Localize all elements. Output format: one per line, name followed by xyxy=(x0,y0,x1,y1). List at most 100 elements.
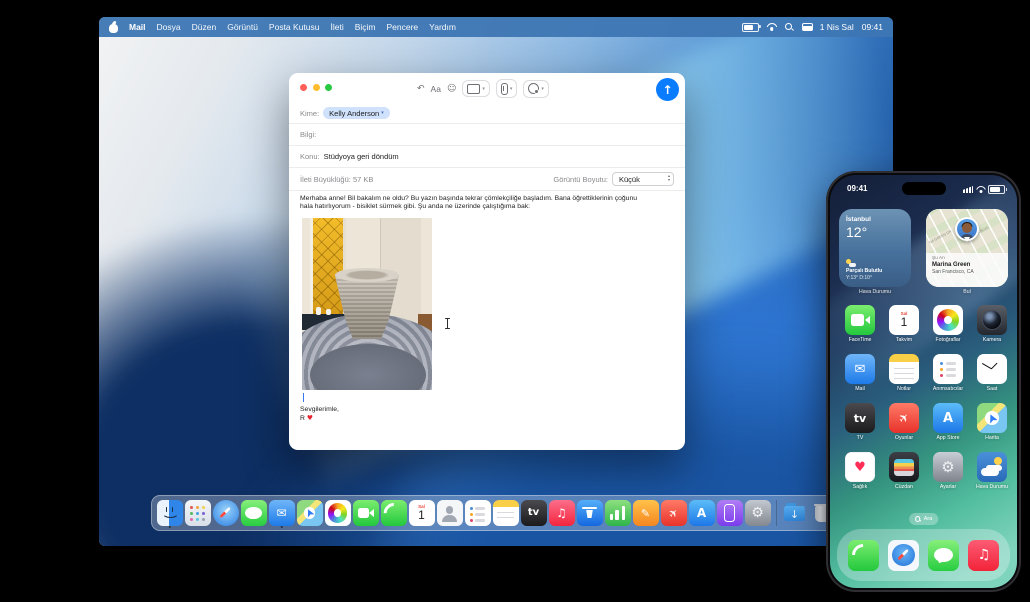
photo-browser-button[interactable]: ▾ xyxy=(462,80,490,97)
menu-app-name[interactable]: Mail xyxy=(129,22,146,32)
home-app-takvim[interactable]: Sal1Takvim xyxy=(882,305,926,354)
home-app-cuzdan[interactable]: Cüzdan xyxy=(882,452,926,501)
iphone-dock-safari[interactable] xyxy=(888,540,919,571)
menu-clock[interactable]: 09:41 xyxy=(862,22,883,32)
home-app-fotograflar[interactable]: Fotoğraflar xyxy=(926,305,970,354)
dock-item-app-store[interactable]: A xyxy=(689,498,715,528)
dock-item-pages[interactable]: ✎ xyxy=(633,498,659,528)
dock-item-apple-tv[interactable]: tv xyxy=(521,498,547,528)
dock-item-photos[interactable] xyxy=(325,498,351,528)
menu-item-dosya[interactable]: Dosya xyxy=(157,22,181,32)
home-app-animsaticilar[interactable]: Anımsatıcılar xyxy=(926,354,970,403)
dock-item-indirilenler[interactable]: ↓ xyxy=(782,498,808,528)
attached-photo-pottery[interactable] xyxy=(302,218,432,390)
battery-icon[interactable] xyxy=(742,23,759,32)
menu-item-görüntü[interactable]: Görüntü xyxy=(227,22,258,32)
home-app-mail[interactable]: ✉Mail xyxy=(838,354,882,403)
signature-line[interactable]: R ♥ xyxy=(300,414,313,423)
dock-item-messages[interactable] xyxy=(241,498,267,528)
dock-item-kisiler[interactable] xyxy=(437,498,463,528)
find-my-widget[interactable]: NA GREEN DR MARINA BLVD Şu An Marina Gre… xyxy=(926,209,1008,287)
messages-icon[interactable] xyxy=(241,500,267,526)
ayarlar-icon[interactable]: ⚙ xyxy=(933,452,963,482)
fotograflar-icon[interactable] xyxy=(933,305,963,335)
menu-date[interactable]: 1 Nis Sal xyxy=(820,22,854,32)
home-app-app-store[interactable]: AApp Store xyxy=(926,403,970,452)
dock-item-finder[interactable] xyxy=(157,498,183,528)
dock-item-notlar[interactable] xyxy=(493,498,519,528)
finder-icon[interactable] xyxy=(157,500,183,526)
dock-item-takvim[interactable]: Sal1 xyxy=(409,498,435,528)
dock-item-launchpad[interactable] xyxy=(185,498,211,528)
app-store-icon[interactable]: A xyxy=(933,403,963,433)
iphone-dock-telefon[interactable] xyxy=(848,540,879,571)
facetime-icon[interactable] xyxy=(353,500,379,526)
home-app-kamera[interactable]: Kamera xyxy=(970,305,1014,354)
home-app-saat[interactable]: Saat xyxy=(970,354,1014,403)
cc-field[interactable]: Bilgi: xyxy=(289,124,685,145)
home-app-oyunlar[interactable]: ✈Oyunlar xyxy=(882,403,926,452)
iphone-yansitma-icon[interactable] xyxy=(717,500,743,526)
home-app-saglik[interactable]: ♥Sağlık xyxy=(838,452,882,501)
oyunlar-icon[interactable]: ✈ xyxy=(661,500,687,526)
dock-item-muzik[interactable]: ♫ xyxy=(549,498,575,528)
format-button[interactable]: Aa xyxy=(431,84,441,94)
home-app-notlar[interactable]: Notlar xyxy=(882,354,926,403)
dock-item-numbers[interactable] xyxy=(605,498,631,528)
notlar-icon[interactable] xyxy=(493,500,519,526)
send-later-button[interactable]: ▾ xyxy=(523,80,549,98)
saat-icon[interactable] xyxy=(977,354,1007,384)
control-center-icon[interactable] xyxy=(802,23,812,31)
home-app-tv[interactable]: tvTV xyxy=(838,403,882,452)
harita-icon[interactable] xyxy=(977,403,1007,433)
to-field[interactable]: Kime: Kelly Anderson ▾ xyxy=(289,103,685,123)
launchpad-icon[interactable] xyxy=(185,500,211,526)
minimize-button[interactable] xyxy=(313,84,320,91)
iphone-dock-mesajlar[interactable] xyxy=(928,540,959,571)
menu-item-i̇leti[interactable]: İleti xyxy=(330,22,343,32)
oyunlar-icon[interactable]: ✈ xyxy=(889,403,919,433)
telefon-icon[interactable] xyxy=(848,540,879,571)
mesajlar-icon[interactable] xyxy=(928,540,959,571)
menu-item-posta-kutusu[interactable]: Posta Kutusu xyxy=(269,22,320,32)
undo-icon[interactable]: ↶ xyxy=(417,84,425,94)
cuzdan-icon[interactable] xyxy=(889,452,919,482)
spotlight-search-pill[interactable]: Ara xyxy=(909,513,939,525)
wifi-icon[interactable] xyxy=(767,23,777,31)
hava-durumu-icon[interactable] xyxy=(977,452,1007,482)
weather-widget[interactable]: İstanbul 12° Parçalı Bulutlu Y:13° D:10° xyxy=(839,209,911,287)
home-app-hava-durumu[interactable]: Hava Durumu xyxy=(970,452,1014,501)
send-button[interactable]: ↑ xyxy=(656,78,679,101)
mail-icon[interactable]: ✉ xyxy=(269,500,295,526)
close-button[interactable] xyxy=(300,84,307,91)
home-app-harita[interactable]: Harita xyxy=(970,403,1014,452)
menu-item-biçim[interactable]: Biçim xyxy=(355,22,376,32)
iphone-dock-muzik[interactable]: ♫ xyxy=(968,540,999,571)
telefon-icon[interactable] xyxy=(381,500,407,526)
sistem-ayarlari-icon[interactable]: ⚙ xyxy=(745,500,771,526)
home-app-ayarlar[interactable]: ⚙Ayarlar xyxy=(926,452,970,501)
zoom-button[interactable] xyxy=(325,84,332,91)
muzik-icon[interactable]: ♫ xyxy=(968,540,999,571)
notlar-icon[interactable] xyxy=(889,354,919,384)
dock-item-keynote[interactable] xyxy=(577,498,603,528)
apple-menu-icon[interactable] xyxy=(109,22,118,33)
safari-icon[interactable] xyxy=(888,540,919,571)
saglik-icon[interactable]: ♥ xyxy=(845,452,875,482)
animsaticilar-icon[interactable] xyxy=(465,500,491,526)
dock-item-safari[interactable] xyxy=(213,498,239,528)
mail-icon[interactable]: ✉ xyxy=(845,354,875,384)
dock-item-oyunlar[interactable]: ✈ xyxy=(661,498,687,528)
dock-item-telefon[interactable] xyxy=(381,498,407,528)
message-body[interactable]: Merhaba anne! Bil bakalım ne oldu? Bu ya… xyxy=(300,195,650,211)
safari-icon[interactable] xyxy=(213,500,239,526)
home-app-facetime[interactable]: FaceTime xyxy=(838,305,882,354)
search-icon[interactable] xyxy=(785,23,794,32)
dock-item-iphone-yansitma[interactable] xyxy=(717,498,743,528)
menu-item-pencere[interactable]: Pencere xyxy=(387,22,419,32)
dock-item-facetime[interactable] xyxy=(353,498,379,528)
animsaticilar-icon[interactable] xyxy=(933,354,963,384)
dock-item-sistem-ayarlari[interactable]: ⚙ xyxy=(745,498,771,528)
closing-line[interactable]: Sevgilerimle, xyxy=(300,406,339,414)
pages-icon[interactable]: ✎ xyxy=(633,500,659,526)
